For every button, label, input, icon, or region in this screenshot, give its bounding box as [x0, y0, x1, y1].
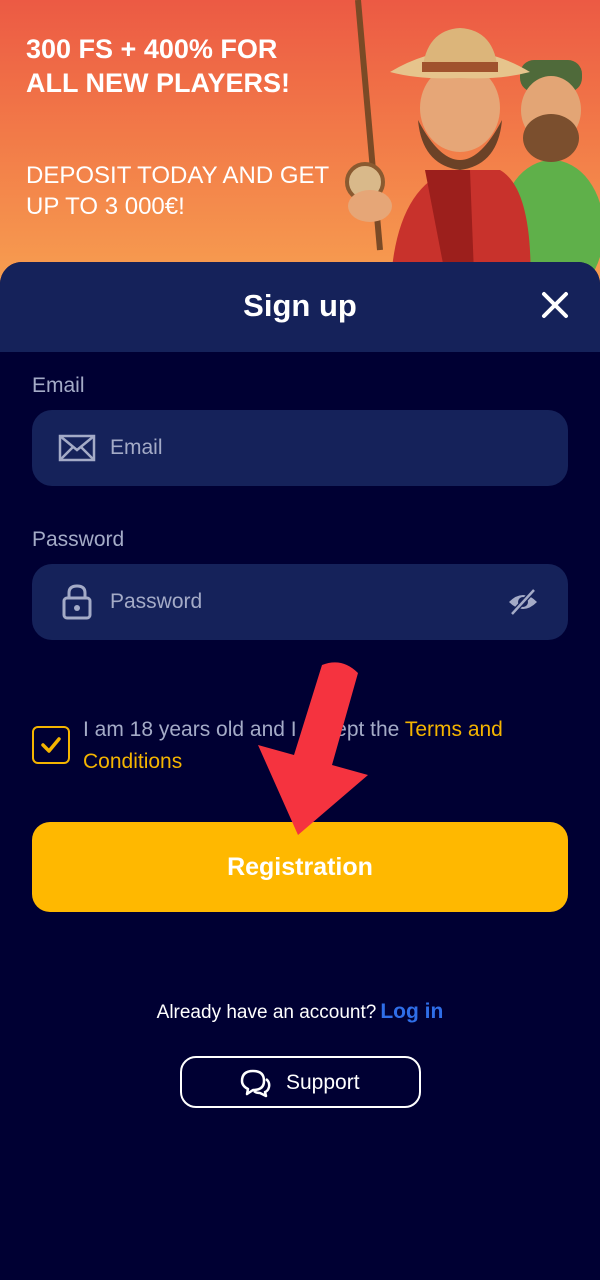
password-input[interactable]: [110, 564, 490, 640]
lock-icon: [62, 584, 92, 620]
promo-banner[interactable]: 300 FS + 400% FOR ALL NEW PLAYERS! DEPOS…: [0, 0, 600, 300]
sheet-header: Sign up: [0, 262, 600, 352]
eye-off-icon[interactable]: [506, 586, 540, 618]
email-field-box[interactable]: [32, 410, 568, 486]
signup-sheet: Sign up Email Password I am: [0, 262, 600, 1280]
close-icon[interactable]: [538, 288, 572, 322]
registration-button[interactable]: Registration: [32, 822, 568, 912]
account-text: Already have an account?: [156, 1002, 377, 1023]
support-label: Support: [286, 1071, 360, 1094]
support-button[interactable]: Support: [180, 1056, 421, 1108]
chat-bubbles-icon: [240, 1069, 271, 1098]
promo-subtitle: DEPOSIT TODAY AND GET UP TO 3 000€!: [26, 162, 329, 220]
email-input[interactable]: [110, 410, 490, 486]
fishermen-illustration: [345, 0, 600, 300]
password-label: Password: [32, 528, 125, 551]
age-consent-checkbox[interactable]: [32, 726, 70, 764]
password-field-box[interactable]: [32, 564, 568, 640]
envelope-icon: [58, 434, 96, 462]
checkmark-icon: [41, 737, 61, 753]
consent-label: I am 18 years old and I accept the: [83, 718, 405, 741]
consent-text: I am 18 years old and I accept the Terms…: [83, 714, 563, 778]
email-label: Email: [32, 374, 85, 397]
promo-title: 300 FS + 400% FOR ALL NEW PLAYERS!: [26, 34, 291, 98]
page-title: Sign up: [243, 288, 357, 323]
login-prompt: Already have an account? Log in: [0, 1000, 600, 1024]
login-link[interactable]: Log in: [380, 1000, 443, 1023]
